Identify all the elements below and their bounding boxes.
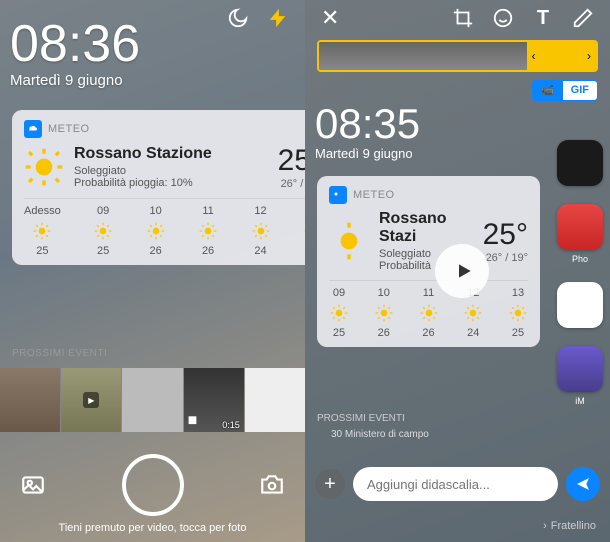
hourly-forecast: 09251026112612241325 — [329, 280, 528, 339]
hourly-item: 0925 — [93, 205, 113, 257]
emoji-icon[interactable] — [492, 7, 514, 29]
wps-app-icon — [557, 204, 603, 250]
event-line: 30 Ministero di campo — [331, 429, 429, 440]
hourly-item: 1126 — [419, 287, 439, 339]
hourly-item: 1026 — [374, 287, 394, 339]
thumb-duration: 0:15 — [222, 420, 240, 430]
trim-handle-right[interactable]: › — [582, 42, 596, 70]
weather-widget: METEO ⌄ Rossano Stazione Soleggiato Prob… — [12, 110, 305, 265]
edit-screen: ✕ T ‹ › 📹 GIF 08:35 Martedì 9 giugno MET… — [305, 0, 610, 542]
weather-app-icon — [24, 120, 42, 138]
hourly-item: 1126 — [198, 205, 218, 257]
sun-icon — [24, 147, 64, 187]
weather-app-label: METEO — [48, 123, 90, 135]
recipient-chip[interactable]: › Fratellino — [543, 520, 596, 532]
shutter-button[interactable] — [122, 454, 184, 516]
media-thumb[interactable] — [0, 368, 60, 432]
app-label: iM — [575, 396, 585, 406]
hourly-item: 1224 — [251, 205, 271, 257]
caption-bar: + — [305, 462, 610, 506]
video-mode-button[interactable]: 📹 — [533, 81, 563, 100]
preview-date: Martedì 9 giugno — [315, 146, 413, 161]
flash-icon[interactable] — [267, 7, 289, 29]
lockscreen-date: Martedì 9 giugno — [10, 72, 123, 89]
weather-temp: 25° — [483, 218, 528, 252]
app-label: Pho — [572, 254, 588, 264]
play-button[interactable] — [435, 244, 489, 298]
media-thumb[interactable]: ▶ — [61, 368, 121, 432]
weather-app-label: METEO — [353, 189, 395, 201]
caption-input[interactable] — [353, 467, 558, 501]
sun-icon — [329, 221, 369, 261]
chevron-right-icon: › — [543, 520, 547, 532]
clock-app-icon — [557, 140, 603, 186]
hourly-item: 1325 — [508, 287, 528, 339]
draw-icon[interactable] — [572, 7, 594, 29]
hourly-item: Adesso25 — [24, 205, 61, 257]
weather-temp: 25° — [278, 144, 305, 178]
trim-handle-left[interactable]: ‹ — [527, 42, 541, 70]
upcoming-events-label: PROSSIMI EVENTI — [317, 413, 405, 424]
imovie-app-icon — [557, 346, 603, 392]
camera-screen: 08:36 Martedì 9 giugno METEO ⌄ Rossano S… — [0, 0, 305, 542]
weather-app-icon — [329, 186, 347, 204]
camera-bottombar: Tieni premuto per video, tocca per foto — [0, 436, 305, 542]
weather-widget-preview: METEO Rossano Stazi Soleggiato Probabili… — [317, 176, 540, 347]
gallery-icon[interactable] — [20, 472, 46, 498]
hourly-forecast: Adesso2509251026112612241325 — [24, 198, 305, 257]
play-icon: ▶ — [83, 392, 99, 408]
video-trimmer[interactable]: ‹ › — [317, 40, 598, 72]
weather-city: Rossano Stazi — [379, 210, 473, 246]
gif-toggle[interactable]: 📹 GIF — [532, 80, 598, 101]
recent-media-strip[interactable]: ▶ ■ 0:15 — [0, 368, 305, 432]
weather-hilo: 26° / 19° — [483, 252, 528, 264]
preview-clock: 08:35 — [315, 100, 420, 148]
upcoming-events-label: PROSSIMI EVENTI — [12, 348, 107, 359]
media-thumb[interactable]: ■ 0:15 — [184, 368, 244, 432]
weather-condition: Soleggiato — [74, 165, 268, 177]
calendar-app-icon — [557, 282, 603, 328]
weather-precip: Probabilità pioggia: 10% — [74, 177, 268, 189]
add-media-button[interactable]: + — [315, 469, 345, 499]
camera-hint: Tieni premuto per video, tocca per foto — [59, 522, 247, 534]
hourly-item: 1026 — [146, 205, 166, 257]
media-thumb[interactable] — [122, 368, 182, 432]
text-icon[interactable]: T — [532, 7, 554, 29]
edit-topbar: ✕ T — [305, 0, 610, 36]
close-icon[interactable]: ✕ — [321, 5, 339, 31]
crop-icon[interactable] — [452, 7, 474, 29]
send-button[interactable] — [566, 467, 600, 501]
recipient-name: Fratellino — [551, 520, 596, 532]
night-mode-icon[interactable] — [227, 7, 249, 29]
media-thumb[interactable] — [245, 368, 305, 432]
homescreen-apps: Pho iM — [550, 130, 610, 462]
switch-camera-icon[interactable] — [259, 472, 285, 498]
weather-city: Rossano Stazione — [74, 145, 268, 163]
hourly-item: 0925 — [329, 287, 349, 339]
gif-mode-button[interactable]: GIF — [563, 81, 597, 100]
video-icon: ■ — [188, 412, 198, 430]
weather-hilo: 26° / 19° — [278, 178, 305, 190]
camera-topbar — [0, 0, 305, 36]
